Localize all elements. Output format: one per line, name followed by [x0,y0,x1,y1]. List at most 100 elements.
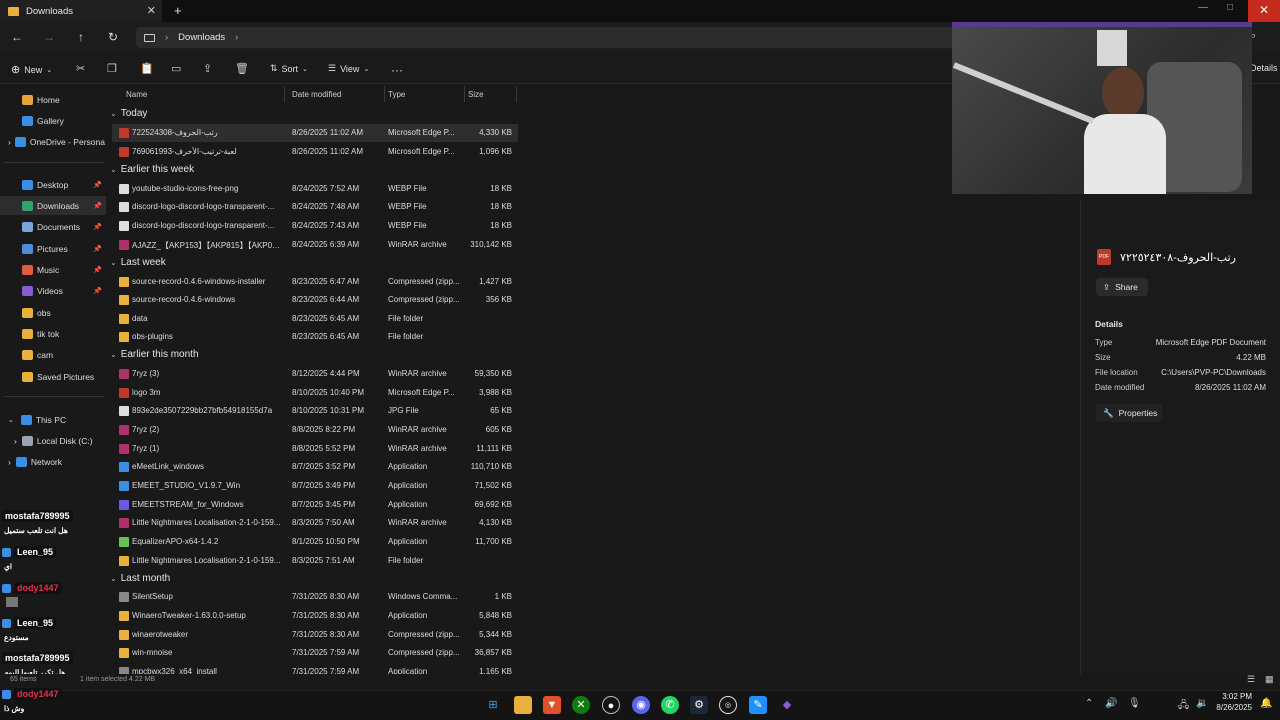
app-icon[interactable]: ◆ [778,696,796,714]
file-row[interactable]: EMEET_STUDIO_V1.9.7_Win 8/7/2025 3:49 PM A… [112,477,518,495]
file-row[interactable]: data 8/23/2025 6:45 AM File folder [112,310,518,328]
xbox-icon[interactable]: ✕ [572,696,590,714]
sort-button[interactable]: ⇅ Sort ⌄ [270,63,308,74]
file-row[interactable]: AJAZZ_【AKP153】【AKP815】【AKP03】【AK... 8/24/… [112,236,518,254]
address-bar[interactable]: › Downloads › [136,27,960,48]
minimize-button[interactable]: — [1198,2,1208,13]
column-size[interactable]: Size [468,90,484,99]
sidebar-item-home[interactable]: Home [0,90,106,109]
breadcrumb[interactable]: Downloads [178,32,225,43]
group-header[interactable]: ⌄ Today [110,108,147,119]
sidebar-item-this-pc[interactable]: ⌄ This PC [0,410,106,429]
clock-date[interactable]: 8/26/2025 [1206,703,1252,712]
cut-icon[interactable]: ✂ [76,62,85,75]
pin-icon[interactable]: 📌 [93,223,102,231]
sidebar-item-gallery[interactable]: Gallery [0,111,106,130]
pin-icon[interactable]: 📌 [93,245,102,253]
sidebar-item-pictures[interactable]: Pictures 📌 [0,239,106,258]
properties-button[interactable]: 🔧 Properties [1096,404,1162,422]
whatsapp-icon[interactable]: ✆ [661,696,679,714]
file-row[interactable]: winaerotweaker 7/31/2025 8:30 AM Compresse… [112,626,518,644]
network-icon[interactable]: 🖧 [1178,698,1189,715]
new-button[interactable]: ⊕ New ⌄ [11,63,52,76]
column-separator[interactable] [384,86,385,102]
speaker-icon[interactable]: 🔊 [1105,698,1117,709]
pin-icon[interactable]: 📌 [93,266,102,274]
sidebar-item-onedrive[interactable]: › OneDrive - Persona [0,132,106,151]
details-button[interactable]: Details [1250,63,1278,73]
file-row[interactable]: discord-logo-discord-logo-transparent-..… [112,217,518,235]
paste-icon[interactable]: 📋 [140,62,154,75]
pin-icon[interactable]: 📌 [93,181,102,189]
file-row[interactable]: 893e2de3507229bb27bfb54918155d7a 8/10/202… [112,402,518,420]
group-header[interactable]: ⌄ Earlier this month [110,349,199,360]
file-row[interactable]: win-mnoise 7/31/2025 7:59 AM Compressed (z… [112,644,518,662]
file-row[interactable]: SilentSetup 7/31/2025 8:30 AM Windows Comm… [112,588,518,606]
file-row[interactable]: source-record-0.4.6-windows-installer 8/2… [112,273,518,291]
column-separator[interactable] [516,86,517,102]
brave-icon[interactable]: ▼ [543,696,561,714]
view-button[interactable]: ☰ View ⌄ [328,63,369,74]
column-type[interactable]: Type [388,90,405,99]
sidebar-item-videos[interactable]: Videos 📌 [0,281,106,300]
column-separator[interactable] [464,86,465,102]
app-icon[interactable]: ✎ [749,696,767,714]
group-header[interactable]: ⌄ Last week [110,257,166,268]
column-separator[interactable] [284,86,285,102]
file-row[interactable]: obs-plugins 8/23/2025 6:45 AM File folder [112,328,518,346]
obs-icon[interactable]: ● [602,696,620,714]
more-options-button[interactable]: ··· [391,63,403,77]
file-row[interactable]: logo 3m 8/10/2025 10:40 PM Microsoft Edge … [112,384,518,402]
column-name[interactable]: Name [126,90,147,99]
file-row[interactable]: WinaeroTweaker-1.63.0.0-setup 7/31/2025 8… [112,607,518,625]
discord-icon[interactable]: ◉ [632,696,650,714]
close-window-button[interactable]: ✕ [1248,0,1280,22]
sidebar-item-local-disk[interactable]: › Local Disk (C:) [0,431,106,450]
share-icon[interactable]: ⇪ [203,62,212,75]
file-row[interactable]: 7ryz (1) 8/8/2025 5:52 PM WinRAR archive 11… [112,440,518,458]
back-icon[interactable]: ← [9,30,25,44]
details-view-icon[interactable]: ☰ [1247,674,1255,685]
app-icon[interactable]: ◎ [719,696,737,714]
sidebar-item-tiktok[interactable]: tik tok [0,324,106,343]
up-icon[interactable]: ↑ [73,30,89,44]
file-row[interactable]: youtube-studio-icons-free-png 8/24/2025 7… [112,180,518,198]
file-row[interactable]: EqualizerAPO-x64-1.4.2 8/1/2025 10:50 PM A… [112,533,518,551]
steam-icon[interactable]: ⚙ [690,696,708,714]
copy-icon[interactable]: ❐ [107,62,117,75]
sidebar-item-obs[interactable]: obs [0,303,106,322]
column-date[interactable]: Date modified [292,90,341,99]
file-row[interactable]: Little Nightmares Localisation-2-1-0-159… [112,552,518,570]
sidebar-item-saved-pictures[interactable]: Saved Pictures [0,367,106,386]
new-tab-button[interactable]: + [174,3,182,18]
sidebar-item-desktop[interactable]: Desktop 📌 [0,175,106,194]
group-header[interactable]: ⌄ Earlier this week [110,164,194,175]
file-row[interactable]: eMeetLink_windows 8/7/2025 3:52 PM Applica… [112,458,518,476]
file-row[interactable]: discord-logo-discord-logo-transparent-..… [112,198,518,216]
file-row[interactable]: 7ryz (2) 8/8/2025 8:22 PM WinRAR archive 60… [112,421,518,439]
rename-icon[interactable]: ▭ [171,62,181,75]
sidebar-item-music[interactable]: Music 📌 [0,260,106,279]
file-explorer-icon[interactable] [514,696,532,714]
file-row[interactable]: Little Nightmares Localisation-2-1-0-159… [112,514,518,532]
pin-icon[interactable]: 📌 [93,202,102,210]
tiles-view-icon[interactable]: ▦ [1265,674,1274,685]
start-icon[interactable]: ⊞ [484,696,502,714]
pin-icon[interactable]: 📌 [93,287,102,295]
refresh-icon[interactable]: ↻ [105,30,121,44]
tab-downloads[interactable]: Downloads ✕ [0,0,162,22]
group-header[interactable]: ⌄ Last month [110,573,170,584]
microphone-icon[interactable]: 🎙 [1128,698,1141,709]
sidebar-item-network[interactable]: › Network [0,452,106,471]
file-row[interactable]: 769061993-لعبة-ترتيب-الأحرف 8/26/2025 11:… [112,143,518,161]
forward-icon[interactable]: → [41,30,57,44]
file-row[interactable]: 7ryz (3) 8/12/2025 4:44 PM WinRAR archive 5… [112,365,518,383]
file-row[interactable]: 722524308-رتب-الحروف 8/26/2025 11:02 AM Mi… [112,124,518,142]
sidebar-item-cam[interactable]: cam [0,345,106,364]
file-row[interactable]: EMEETSTREAM_for_Windows 8/7/2025 3:45 PM A… [112,496,518,514]
clock-time[interactable]: 3:02 PM [1214,692,1252,701]
sidebar-item-downloads[interactable]: Downloads 📌 [0,196,106,215]
share-button[interactable]: ⇪ Share [1096,278,1148,296]
chevron-up-icon[interactable]: ⌃ [1085,698,1093,709]
sidebar-item-documents[interactable]: Documents 📌 [0,217,106,236]
